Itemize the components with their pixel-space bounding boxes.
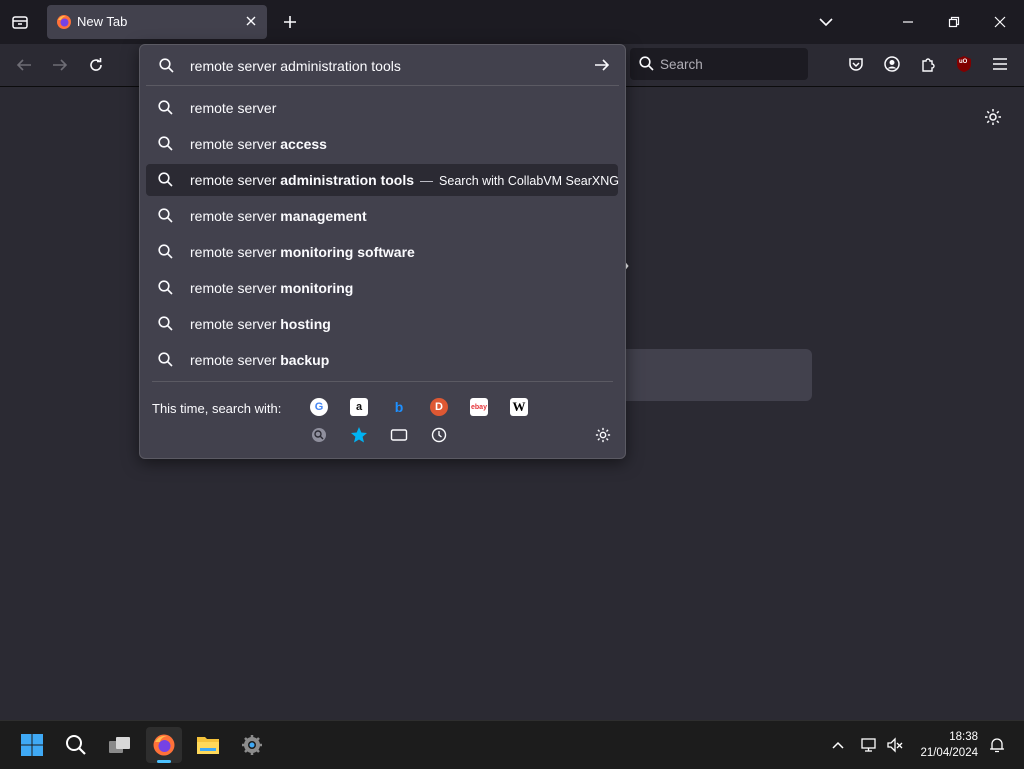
pocket-icon[interactable] xyxy=(846,54,866,74)
history-clock-icon[interactable] xyxy=(430,426,448,444)
search-icon xyxy=(158,100,173,115)
volume-muted-icon[interactable] xyxy=(884,727,906,763)
tab-title: New Tab xyxy=(77,14,128,29)
search-icon xyxy=(158,352,173,367)
extensions-icon[interactable] xyxy=(918,54,938,74)
notifications-icon[interactable] xyxy=(984,727,1010,763)
hamburger-menu-icon[interactable] xyxy=(990,54,1010,74)
reload-icon[interactable] xyxy=(84,54,108,76)
settings-gear-icon[interactable] xyxy=(234,727,270,763)
close-window-icon[interactable] xyxy=(988,12,1012,32)
web-search-box[interactable]: Search xyxy=(630,48,808,80)
minimize-icon[interactable] xyxy=(896,12,920,32)
back-arrow-icon[interactable] xyxy=(12,54,36,76)
search-settings-gear-icon[interactable] xyxy=(594,426,612,444)
suggestion-row[interactable]: remote server access xyxy=(146,128,618,160)
suggestion-label: remote server access xyxy=(190,136,327,152)
suggestion-separator: — xyxy=(420,173,434,188)
suggestion-row[interactable]: remote server xyxy=(146,92,618,124)
suggestion-row[interactable]: remote server monitoring software xyxy=(146,236,618,268)
task-view-icon[interactable] xyxy=(102,727,138,763)
search-icon xyxy=(158,316,173,331)
suggestion-row[interactable]: remote server backup xyxy=(146,344,618,376)
suggestion-label: remote server administration tools — Searc… xyxy=(190,172,619,188)
clock-date: 21/04/2024 xyxy=(920,747,978,759)
firefox-tab-icon xyxy=(56,14,72,30)
suggestion-row[interactable]: remote server management xyxy=(146,200,618,232)
ublock-badge: uO xyxy=(959,59,968,65)
tabs-icon[interactable] xyxy=(390,426,408,444)
search-icon xyxy=(158,244,173,259)
wikipedia-engine-icon[interactable]: W xyxy=(510,398,528,416)
clock-time: 18:38 xyxy=(949,731,978,743)
search-icon xyxy=(158,208,173,223)
search-icon xyxy=(158,280,173,295)
suggestion-label: remote server hosting xyxy=(190,316,331,332)
suggestion-row[interactable]: remote server monitoring xyxy=(146,272,618,304)
system-clock[interactable]: 18:38 21/04/2024 xyxy=(920,729,978,761)
active-app-indicator xyxy=(157,760,171,763)
go-arrow-icon[interactable] xyxy=(594,58,610,72)
firefox-view-icon[interactable] xyxy=(8,10,32,34)
file-explorer-icon[interactable] xyxy=(190,727,226,763)
forward-arrow-icon[interactable] xyxy=(48,54,72,76)
divider xyxy=(146,85,619,86)
show-hidden-icons-chevron-icon[interactable] xyxy=(828,727,848,763)
search-icon xyxy=(159,58,174,73)
suggestion-row[interactable]: remote server hosting xyxy=(146,308,618,340)
duckduckgo-engine-icon[interactable]: D xyxy=(430,398,448,416)
searxng-engine-icon[interactable] xyxy=(310,426,328,444)
google-engine-icon[interactable]: G xyxy=(310,398,328,416)
search-icon xyxy=(639,56,654,71)
taskbar-search-icon[interactable] xyxy=(58,727,94,763)
amazon-engine-icon[interactable]: a xyxy=(350,398,368,416)
suggestion-action: Search with CollabVM SearXNG xyxy=(439,174,619,188)
list-all-tabs-chevron-icon[interactable] xyxy=(816,12,836,32)
close-tab-icon[interactable] xyxy=(245,15,257,27)
search-icon xyxy=(158,172,173,187)
suggestion-label: remote server monitoring xyxy=(190,280,354,296)
restore-icon[interactable] xyxy=(942,12,966,32)
tab-strip: New Tab xyxy=(0,0,1024,44)
taskbar: 18:38 21/04/2024 xyxy=(0,720,1024,769)
tab-new-tab[interactable]: New Tab xyxy=(47,5,267,39)
urlbar-popup: remote server administration tools remot… xyxy=(139,44,626,459)
suggestion-row[interactable]: remote server administration tools — Searc… xyxy=(146,164,619,196)
search-icon xyxy=(158,136,173,151)
bookmarks-star-icon[interactable] xyxy=(350,426,368,444)
suggestion-label: remote server xyxy=(190,100,277,116)
taskbar-firefox-icon[interactable] xyxy=(146,727,182,763)
newtab-settings-gear-icon[interactable] xyxy=(982,106,1004,128)
ebay-engine-icon[interactable]: ebay xyxy=(470,398,488,416)
network-icon[interactable] xyxy=(858,727,880,763)
new-tab-plus-icon[interactable] xyxy=(280,12,300,32)
suggestion-label: remote server backup xyxy=(190,352,330,368)
web-search-placeholder: Search xyxy=(660,57,703,72)
divider xyxy=(152,381,613,382)
windows-start-icon[interactable] xyxy=(14,727,50,763)
ublock-origin-icon[interactable]: uO xyxy=(954,54,974,74)
url-input[interactable]: remote server administration tools xyxy=(140,45,625,85)
newtab-search-box[interactable] xyxy=(620,349,812,401)
suggestion-label: remote server management xyxy=(190,208,367,224)
suggestion-label: remote server monitoring software xyxy=(190,244,415,260)
one-off-search-label: This time, search with: xyxy=(152,401,282,416)
bing-engine-icon[interactable]: b xyxy=(390,398,408,416)
url-input-value: remote server administration tools xyxy=(190,58,401,74)
account-icon[interactable] xyxy=(882,54,902,74)
